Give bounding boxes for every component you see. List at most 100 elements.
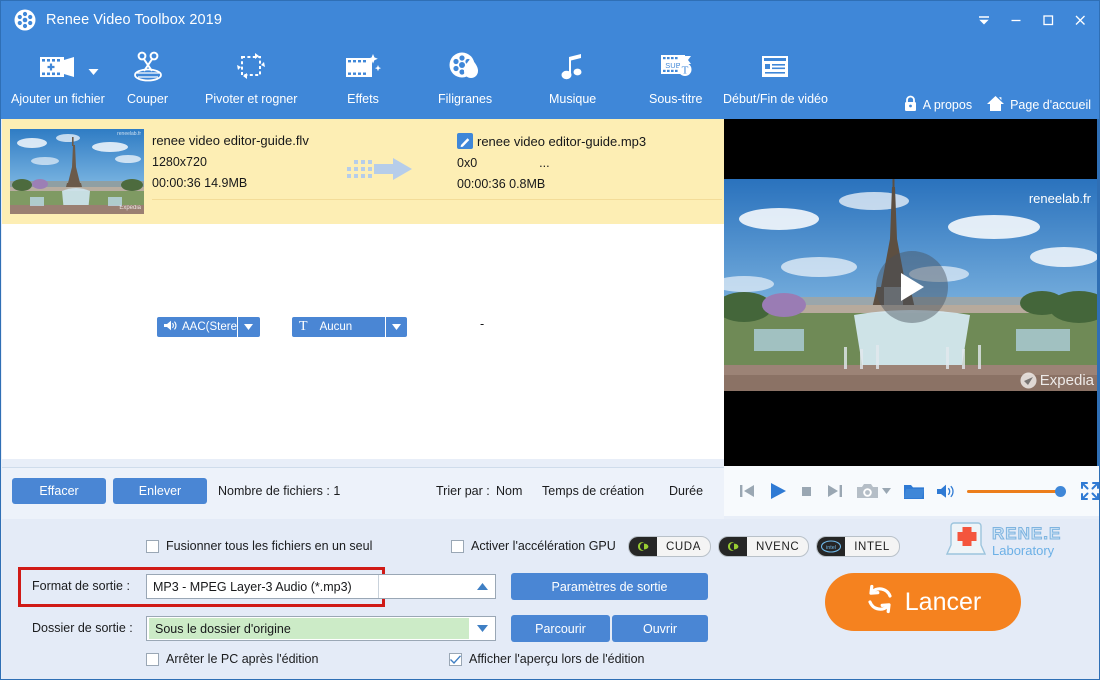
toolbar-item-label: Début/Fin de vidéo: [723, 92, 828, 106]
toolbar-item-debut-fin[interactable]: Début/Fin de vidéo: [723, 45, 828, 106]
list-footer: Effacer Enlever Nombre de fichiers : 1 T…: [2, 467, 724, 519]
volume-icon[interactable]: [937, 484, 955, 499]
gpu-badge-group: CUDA NVENC intel INTEL: [628, 536, 900, 557]
audio-track-select[interactable]: AAC(Stereo 4: [157, 317, 260, 337]
play-circle-icon[interactable]: [876, 251, 948, 323]
checkbox-box[interactable]: [449, 652, 462, 666]
minimize-button[interactable]: [1001, 5, 1031, 35]
fullscreen-icon[interactable]: [1080, 481, 1099, 501]
destination-resolution: 0x0 ...: [457, 156, 646, 170]
destination-file-info: renee video editor-guide.mp3 0x0 ... 00:…: [457, 133, 646, 191]
toolbar-item-musique[interactable]: Musique: [549, 45, 596, 106]
toolbar-item-label: Ajouter un fichier: [11, 92, 105, 106]
toolbar-item-effets[interactable]: Effets: [342, 45, 384, 106]
output-format-label: Format de sortie :: [32, 579, 130, 593]
open-folder-button[interactable]: Ouvrir: [612, 615, 708, 642]
toolbar-item-label: Sous-titre: [649, 92, 703, 106]
destination-duration-size: 00:00:36 0.8MB: [457, 177, 546, 191]
watermark-icon: [445, 45, 485, 89]
show-preview-checkbox[interactable]: Afficher l'aperçu lors de l'édition: [449, 652, 644, 666]
chevron-down-icon[interactable]: [88, 63, 99, 81]
start-button[interactable]: Lancer: [825, 573, 1021, 631]
chevron-down-icon[interactable]: [237, 317, 258, 337]
gpu-badge-label: NVENC: [756, 540, 800, 553]
nvidia-icon: [629, 537, 657, 556]
chevron-down-icon[interactable]: [385, 317, 406, 337]
skip-previous-icon[interactable]: [738, 482, 756, 500]
brand-name: RENE.E: [991, 524, 1062, 543]
row-divider: [152, 199, 722, 200]
toolbar-item-couper[interactable]: Couper: [127, 45, 168, 106]
chevron-up-icon[interactable]: [469, 583, 495, 590]
audio-track-label: AAC(Stereo 4: [182, 321, 237, 333]
film-reel-icon: [13, 8, 37, 32]
output-settings-button[interactable]: Paramètres de sortie: [511, 573, 708, 600]
brand-logo: RENE.E Laboratory: [945, 519, 1062, 564]
output-format-value: MP3 - MPEG Layer-3 Audio (*.mp3): [147, 575, 379, 598]
toolbar-item-sous-titre[interactable]: SUB T Sous-titre: [649, 45, 703, 106]
gpu-badge-intel[interactable]: intel INTEL: [816, 536, 900, 557]
output-format-select[interactable]: MP3 - MPEG Layer-3 Audio (*.mp3): [146, 574, 496, 599]
output-folder-select[interactable]: Sous le dossier d'origine: [146, 616, 496, 641]
gpu-badge-label: INTEL: [854, 540, 890, 553]
svg-text:intel: intel: [826, 545, 836, 551]
volume-slider[interactable]: [967, 485, 1066, 497]
browse-button[interactable]: Parcourir: [511, 615, 610, 642]
gpu-badge-nvenc[interactable]: NVENC: [718, 536, 810, 557]
sort-option-duree[interactable]: Durée: [669, 484, 703, 498]
about-link[interactable]: A propos: [903, 95, 972, 115]
gpu-acceleration-checkbox[interactable]: Activer l'accélération GPU: [451, 539, 616, 553]
thumbnail-watermark: reneelab.fr: [117, 131, 141, 137]
shutdown-after-checkbox[interactable]: Arrêter le PC après l'édition: [146, 652, 318, 666]
clear-button[interactable]: Effacer: [12, 478, 106, 504]
checkbox-box[interactable]: [451, 539, 464, 553]
window-title: Renee Video Toolbox 2019: [46, 12, 223, 28]
about-link-label: A propos: [922, 98, 973, 112]
lock-icon: [903, 95, 918, 115]
home-icon: [986, 95, 1005, 115]
thumbnail-credit: Expedia: [119, 205, 141, 211]
volume-slider-knob[interactable]: [1055, 485, 1066, 497]
brand-subtitle: Laboratory: [992, 542, 1055, 558]
main-toolbar: Ajouter un fichier Couper Pivoter et rog…: [1, 39, 1099, 119]
toolbar-item-filigranes[interactable]: Filigranes: [438, 45, 492, 106]
stop-icon[interactable]: [800, 484, 814, 498]
remove-button[interactable]: Enlever: [113, 478, 207, 504]
chevron-down-icon[interactable]: [469, 625, 495, 632]
skip-next-icon[interactable]: [826, 482, 844, 500]
maximize-button[interactable]: [1033, 5, 1063, 35]
close-button[interactable]: [1065, 5, 1095, 35]
refresh-icon: [865, 584, 895, 621]
preview-credit-logo: Expedia: [1020, 372, 1094, 389]
source-file-info: renee video editor-guide.flv 1280x720 00…: [152, 133, 309, 190]
table-row[interactable]: reneelab.fr Expedia renee video editor-g…: [2, 119, 724, 337]
folder-icon[interactable]: [903, 482, 925, 500]
destination-resolution-extra: ...: [539, 156, 550, 170]
destination-filename-row: renee video editor-guide.mp3: [457, 133, 646, 149]
gpu-badge-label: CUDA: [666, 540, 701, 553]
start-button-label: Lancer: [904, 587, 982, 616]
video-preview[interactable]: reneelab.fr Expedia: [724, 119, 1099, 466]
play-icon[interactable]: [768, 481, 788, 501]
sort-option-temps-creation[interactable]: Temps de création: [542, 484, 644, 498]
subtitle-track-select[interactable]: T Aucun: [292, 317, 407, 337]
toolbar-item-add-file[interactable]: Ajouter un fichier: [11, 45, 105, 106]
file-list[interactable]: reneelab.fr Expedia renee video editor-g…: [2, 119, 724, 459]
svg-text:T: T: [681, 65, 688, 77]
merge-files-checkbox[interactable]: Fusionner tous les fichiers en un seul: [146, 539, 372, 553]
menu-collapse-button[interactable]: [969, 5, 999, 35]
nvidia-icon: [719, 537, 747, 556]
app-window: Renee Video Toolbox 2019 Ajouter un fich…: [0, 0, 1100, 680]
gpu-badge-cuda[interactable]: CUDA: [628, 536, 711, 557]
sort-option-nom[interactable]: Nom: [496, 484, 522, 498]
convert-arrow-icon: [347, 157, 415, 196]
pencil-edit-icon[interactable]: [457, 133, 473, 149]
checkbox-box[interactable]: [146, 652, 159, 666]
homepage-link[interactable]: Page d'accueil: [986, 95, 1091, 115]
intel-icon: intel: [817, 537, 846, 556]
preview-watermark: reneelab.fr: [1028, 191, 1091, 206]
checkbox-box[interactable]: [146, 539, 159, 553]
camera-icon[interactable]: [856, 482, 891, 500]
red-cross-logo-icon: [945, 519, 987, 564]
toolbar-item-pivoter-rogner[interactable]: Pivoter et rogner: [205, 45, 297, 106]
